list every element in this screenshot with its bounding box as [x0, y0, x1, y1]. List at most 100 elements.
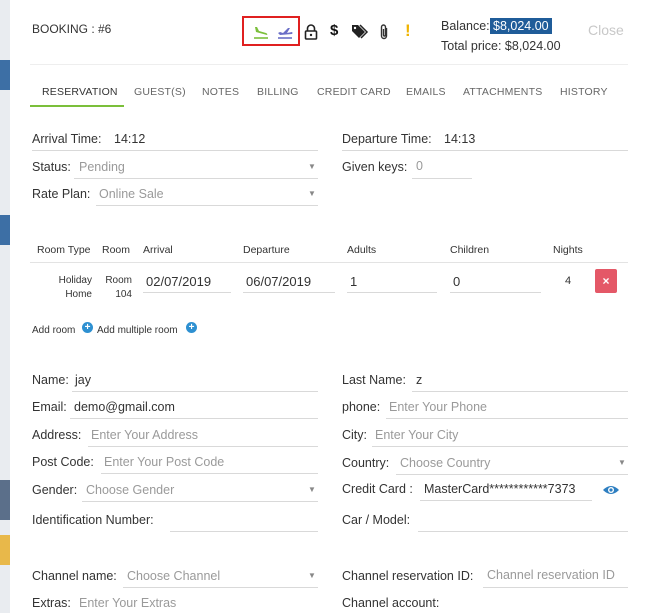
booking-title: BOOKING : #6 [32, 22, 112, 36]
gender-label: Gender: [32, 483, 78, 497]
credit-card-label: Credit Card : [342, 482, 413, 496]
chevron-down-icon: ▼ [308, 485, 316, 494]
field-underline [243, 292, 335, 293]
country-label: Country: [342, 456, 390, 470]
eye-icon[interactable] [602, 484, 620, 496]
children-input[interactable]: 0 [453, 274, 460, 289]
address-input[interactable]: Enter Your Address [91, 428, 198, 442]
tab-notes[interactable]: NOTES [202, 86, 239, 98]
tab-guests[interactable]: GUEST(S) [134, 86, 186, 98]
tags-icon[interactable] [351, 24, 369, 40]
tab-history[interactable]: HISTORY [560, 86, 608, 98]
identification-number-label: Identification Number: [32, 513, 154, 527]
field-underline [372, 446, 628, 447]
identification-number-input[interactable] [170, 531, 318, 532]
field-underline [74, 178, 318, 179]
add-room-icon[interactable]: + [82, 322, 93, 333]
field-underline [96, 205, 318, 206]
col-arrival: Arrival [143, 244, 173, 256]
tab-billing[interactable]: BILLING [257, 86, 299, 98]
col-nights: Nights [553, 244, 583, 256]
country-select[interactable]: Choose Country [400, 456, 490, 470]
status-select[interactable]: Pending [79, 160, 125, 174]
field-underline [342, 150, 628, 151]
car-model-input[interactable] [418, 531, 628, 532]
col-children: Children [450, 244, 490, 256]
arrival-time-input[interactable]: 14:12 [114, 132, 145, 146]
departure-date-input[interactable]: 06/07/2019 [246, 274, 311, 289]
city-input[interactable]: Enter Your City [375, 428, 458, 442]
adults-input[interactable]: 1 [350, 274, 357, 289]
room-type-line2: Home [65, 289, 92, 300]
tab-attachments[interactable]: ATTACHMENTS [463, 86, 542, 98]
field-underline [420, 500, 592, 501]
paperclip-icon[interactable] [378, 23, 390, 41]
departure-time-label: Departure Time: [342, 132, 432, 146]
field-underline [143, 292, 231, 293]
room-line2: 104 [115, 289, 132, 300]
post-code-label: Post Code: [32, 455, 94, 469]
add-room-link[interactable]: Add room [32, 325, 75, 336]
rate-plan-select[interactable]: Online Sale [99, 187, 164, 201]
col-room: Room [102, 244, 131, 256]
rate-plan-label: Rate Plan: [32, 187, 91, 201]
credit-card-value[interactable]: MasterCard************7373 [424, 482, 575, 496]
add-multiple-room-link[interactable]: Add multiple room [97, 325, 178, 336]
tab-emails[interactable]: EMAILS [406, 86, 446, 98]
total-price: Total price: $8,024.00 [441, 39, 561, 53]
channel-name-label: Channel name: [32, 569, 117, 583]
room-type-line1: Holiday [58, 275, 92, 286]
booking-modal: BOOKING : #6 $ ! Balance: $8,024.00 Tota… [10, 0, 650, 613]
active-tab-indicator [30, 105, 124, 107]
field-underline [412, 391, 628, 392]
col-adults: Adults [347, 244, 377, 256]
add-multiple-room-icon[interactable]: + [186, 322, 197, 333]
given-keys-input[interactable]: 0 [416, 159, 423, 173]
channel-name-select[interactable]: Choose Channel [127, 569, 220, 583]
name-input[interactable]: jay [75, 373, 91, 387]
dollar-icon[interactable]: $ [330, 22, 338, 39]
phone-label: phone: [342, 400, 381, 414]
arrival-plane-icon[interactable] [252, 23, 270, 41]
chevron-down-icon: ▼ [618, 458, 626, 467]
gender-select[interactable]: Choose Gender [86, 483, 174, 497]
last-name-input[interactable]: z [416, 373, 422, 387]
background-strip-segment [0, 535, 10, 565]
col-room-type: Room Type [37, 244, 91, 256]
phone-input[interactable]: Enter Your Phone [389, 400, 487, 414]
field-underline [396, 474, 628, 475]
field-underline [72, 391, 318, 392]
chevron-down-icon: ▼ [308, 571, 316, 580]
last-name-label: Last Name: [342, 373, 406, 387]
header-divider [30, 64, 628, 65]
extras-input[interactable]: Enter Your Extras [79, 596, 176, 610]
post-code-input[interactable]: Enter Your Post Code [104, 455, 224, 469]
lock-icon[interactable] [304, 24, 318, 40]
channel-reservation-id-label: Channel reservation ID: [342, 569, 474, 583]
departure-time-input[interactable]: 14:13 [444, 132, 475, 146]
background-strip-segment [0, 60, 10, 90]
departure-plane-icon[interactable] [276, 23, 294, 41]
channel-account-label: Channel account: [342, 596, 440, 610]
arrival-date-input[interactable]: 02/07/2019 [146, 274, 211, 289]
field-underline [412, 178, 472, 179]
background-strip-segment [0, 480, 10, 520]
field-underline [101, 473, 318, 474]
background-page-strip [0, 0, 10, 613]
tab-reservation[interactable]: RESERVATION [42, 86, 118, 98]
email-label: Email: [32, 400, 67, 414]
email-field[interactable]: demo@gmail.com [74, 400, 175, 414]
channel-reservation-id-input[interactable]: Channel reservation ID [487, 568, 615, 582]
col-departure: Departure [243, 244, 290, 256]
background-strip-segment [0, 215, 10, 245]
table-header-divider [30, 262, 628, 263]
delete-room-button[interactable]: × [595, 269, 617, 293]
room-line1: Room [105, 275, 132, 286]
close-button[interactable]: Close [588, 22, 624, 38]
given-keys-label: Given keys: [342, 160, 408, 174]
nights-value: 4 [565, 275, 572, 287]
field-underline [386, 418, 628, 419]
balance-badge: $8,024.00 [490, 18, 552, 34]
tab-credit-card[interactable]: CREDIT CARD [317, 86, 391, 98]
exclamation-icon[interactable]: ! [405, 21, 411, 41]
